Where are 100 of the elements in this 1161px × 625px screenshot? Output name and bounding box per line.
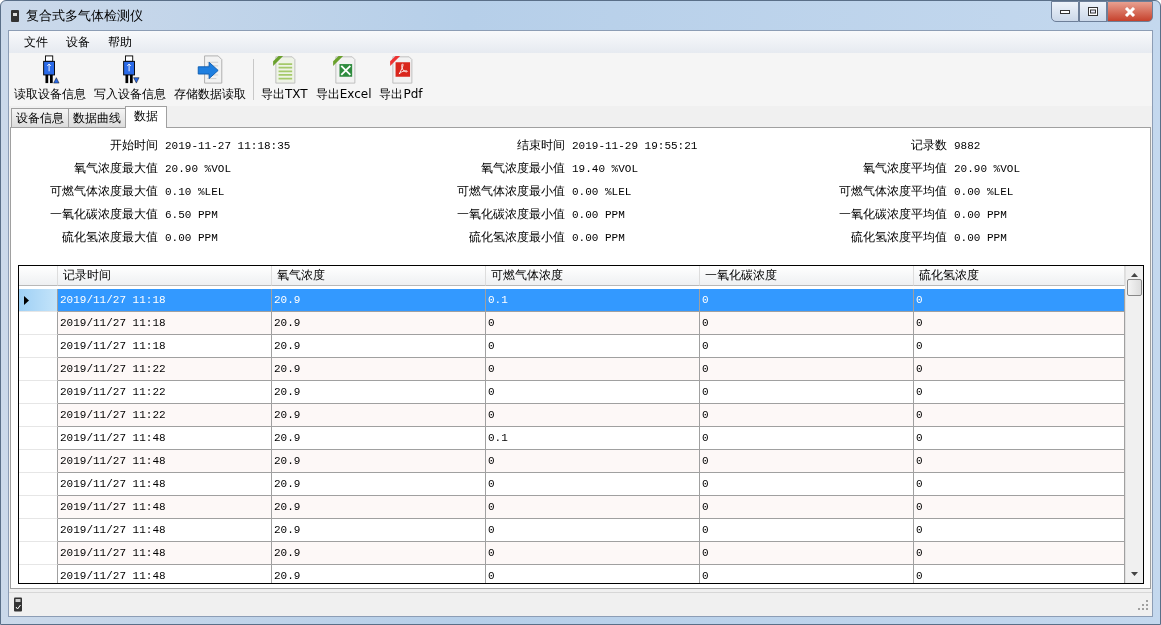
table-cell: 0 bbox=[700, 312, 914, 335]
table-cell: 20.9 bbox=[272, 496, 486, 519]
menu-item[interactable]: 帮助 bbox=[99, 31, 141, 53]
table-cell: 20.9 bbox=[272, 542, 486, 565]
minimize-icon bbox=[1060, 9, 1070, 14]
toolbar-button[interactable]: 导出Pdf bbox=[376, 53, 426, 106]
table-cell: 0 bbox=[700, 450, 914, 473]
field-label: 氧气浓度最小值 bbox=[480, 160, 565, 177]
field-value: 0.00 PPM bbox=[572, 208, 626, 221]
table-cell: 2019/11/27 11:48 bbox=[58, 450, 272, 473]
maximize-button[interactable] bbox=[1079, 1, 1107, 22]
toolbar-button[interactable]: 读取设备信息 bbox=[11, 53, 89, 106]
field-label: 硫化氢浓度最大值 bbox=[61, 229, 158, 246]
table-cell: 0 bbox=[700, 358, 914, 381]
table-cell: 0 bbox=[914, 312, 1125, 335]
table-cell: 2019/11/27 11:22 bbox=[58, 358, 272, 381]
table-cell: 0 bbox=[486, 450, 700, 473]
scroll-up-icon bbox=[1131, 273, 1138, 277]
table-cell: 2019/11/27 11:22 bbox=[58, 404, 272, 427]
resize-grip-icon[interactable] bbox=[1138, 599, 1148, 610]
table-cell: 0.1 bbox=[486, 289, 700, 312]
table-cell: 2019/11/27 11:48 bbox=[58, 542, 272, 565]
usb-status-icon bbox=[13, 597, 23, 612]
minimize-button[interactable] bbox=[1051, 1, 1079, 22]
table-cell: 0 bbox=[914, 542, 1125, 565]
tab[interactable]: 数据 bbox=[125, 106, 167, 128]
table-cell: 0 bbox=[700, 542, 914, 565]
tab[interactable]: 数据曲线 bbox=[68, 108, 126, 127]
table-cell: 20.9 bbox=[272, 312, 486, 335]
menu-item[interactable]: 设备 bbox=[57, 31, 99, 53]
field-value: 0.00 %LEL bbox=[572, 185, 633, 198]
window-title: 复合式多气体检测仪 bbox=[26, 6, 143, 25]
field-label: 一氧化碳浓度最小值 bbox=[456, 206, 565, 223]
field-value: 6.50 PPM bbox=[165, 208, 219, 221]
app-icon bbox=[10, 8, 20, 23]
toolbar-button[interactable]: 写入设备信息 bbox=[91, 53, 169, 106]
table-cell: 20.9 bbox=[272, 450, 486, 473]
tab[interactable]: 设备信息 bbox=[11, 108, 69, 127]
table-cell: 0 bbox=[700, 404, 914, 427]
field-value: 0.00 PPM bbox=[572, 231, 626, 244]
field-label: 可燃气体浓度最大值 bbox=[49, 183, 158, 200]
toolbar-button[interactable]: 存储数据读取 bbox=[171, 53, 249, 106]
table-cell: 2019/11/27 11:18 bbox=[58, 289, 272, 312]
field-value: 0.00 PPM bbox=[954, 231, 1008, 244]
table-cell: 0 bbox=[914, 358, 1125, 381]
table-cell: 0 bbox=[486, 404, 700, 427]
header-corner bbox=[19, 266, 58, 286]
field-label: 记录数 bbox=[910, 137, 947, 154]
table-cell: 0 bbox=[700, 496, 914, 519]
table-cell: 0 bbox=[486, 358, 700, 381]
scrollbar-thumb[interactable] bbox=[1127, 279, 1142, 296]
field-label: 一氧化碳浓度最大值 bbox=[49, 206, 158, 223]
table-cell: 0 bbox=[700, 289, 914, 312]
field-label: 氧气浓度平均值 bbox=[862, 160, 947, 177]
field-value: 20.90 %VOL bbox=[954, 162, 1021, 175]
table-cell: 0 bbox=[914, 289, 1125, 312]
vertical-scrollbar[interactable] bbox=[1125, 266, 1143, 583]
column-header[interactable]: 记录时间 bbox=[58, 266, 272, 286]
row-header[interactable] bbox=[19, 289, 58, 312]
toolbar-button[interactable]: 导出TXT bbox=[258, 53, 311, 106]
table-cell: 0 bbox=[486, 542, 700, 565]
table-cell: 20.9 bbox=[272, 358, 486, 381]
column-header[interactable]: 氧气浓度 bbox=[272, 266, 486, 286]
field-label: 结束时间 bbox=[516, 137, 565, 154]
current-row-icon bbox=[24, 295, 29, 305]
toolbar-button[interactable]: 导出Excel bbox=[312, 53, 375, 106]
field-value: 20.90 %VOL bbox=[165, 162, 232, 175]
field-value: 0.00 PPM bbox=[165, 231, 219, 244]
table-cell: 2019/11/27 11:18 bbox=[58, 312, 272, 335]
table-cell: 0 bbox=[914, 450, 1125, 473]
scroll-down-icon bbox=[1131, 572, 1138, 576]
close-button[interactable] bbox=[1107, 1, 1153, 22]
field-label: 可燃气体浓度平均值 bbox=[838, 183, 947, 200]
table-cell: 0 bbox=[486, 565, 700, 583]
field-value: 0.10 %LEL bbox=[165, 185, 226, 198]
column-header[interactable]: 可燃气体浓度 bbox=[486, 266, 700, 286]
table-cell: 0 bbox=[486, 312, 700, 335]
table-cell: 0 bbox=[914, 404, 1125, 427]
close-icon bbox=[1124, 6, 1136, 17]
field-value: 2019-11-29 19:55:21 bbox=[572, 139, 699, 152]
table-cell: 2019/11/27 11:48 bbox=[58, 565, 272, 583]
table-cell: 0 bbox=[700, 565, 914, 583]
table-cell: 0 bbox=[914, 496, 1125, 519]
field-value: 0.00 %LEL bbox=[954, 185, 1015, 198]
column-header[interactable]: 一氧化碳浓度 bbox=[700, 266, 914, 286]
field-label: 氧气浓度最大值 bbox=[73, 160, 158, 177]
table-cell: 0 bbox=[486, 496, 700, 519]
field-label: 一氧化碳浓度平均值 bbox=[838, 206, 947, 223]
menu-item[interactable]: 文件 bbox=[15, 31, 57, 53]
field-label: 可燃气体浓度最小值 bbox=[456, 183, 565, 200]
field-label: 硫化氢浓度最小值 bbox=[468, 229, 565, 246]
field-value: 19.40 %VOL bbox=[572, 162, 639, 175]
field-label: 开始时间 bbox=[109, 137, 158, 154]
column-header[interactable]: 硫化氢浓度 bbox=[914, 266, 1125, 286]
maximize-icon bbox=[1088, 7, 1098, 16]
field-value: 2019-11-27 11:18:35 bbox=[165, 139, 292, 152]
field-value: 0.00 PPM bbox=[954, 208, 1008, 221]
field-value: 9882 bbox=[954, 139, 982, 152]
field-label: 硫化氢浓度平均值 bbox=[850, 229, 947, 246]
table-cell: 20.9 bbox=[272, 404, 486, 427]
